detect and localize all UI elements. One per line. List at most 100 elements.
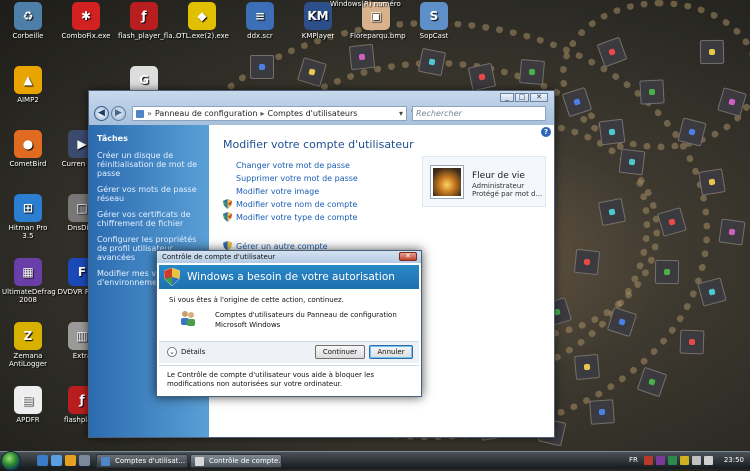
bg-tile bbox=[718, 218, 746, 246]
uac-shield-icon bbox=[223, 199, 232, 209]
tray-app-icon[interactable] bbox=[644, 456, 653, 465]
desktop-icon[interactable]: ▦ UltimateDefrag 2008 bbox=[2, 258, 56, 304]
back-button[interactable]: ◀ bbox=[94, 106, 109, 121]
bg-tile bbox=[573, 353, 601, 381]
show-desktop-icon[interactable] bbox=[37, 455, 48, 466]
window-switcher-icon[interactable] bbox=[79, 455, 90, 466]
chevron-down-icon[interactable]: ▾ bbox=[399, 109, 403, 118]
desktop-icon[interactable]: ▤ APDFR bbox=[2, 386, 54, 424]
forward-button[interactable]: ▶ bbox=[111, 106, 126, 121]
chevron-down-icon[interactable]: ⌄ bbox=[167, 347, 177, 357]
desktop-icon[interactable]: ✱ ComboFix.exe bbox=[60, 2, 112, 40]
desktop-icon[interactable]: ● CometBird bbox=[2, 130, 54, 168]
zemana-icon: Z bbox=[14, 322, 42, 350]
breadcrumb-current[interactable]: Comptes d'utilisateurs bbox=[267, 109, 357, 118]
control-panel-icon bbox=[101, 457, 110, 466]
desktop-icon[interactable]: ≡ ddx.scr bbox=[234, 2, 286, 40]
flash-installer-icon: ƒ bbox=[130, 2, 158, 30]
desktop-icon[interactable]: ⊞ Hitman Pro 3.5 bbox=[2, 194, 54, 240]
window-controls: _ □ ✕ bbox=[500, 93, 548, 102]
breadcrumb-root[interactable]: Panneau de configuration bbox=[155, 109, 258, 118]
defrag-icon: ▦ bbox=[14, 258, 42, 286]
close-button[interactable]: ✕ bbox=[530, 93, 548, 102]
uac-dialog: Contrôle de compte d'utilisateur ✕ Windo… bbox=[156, 250, 422, 397]
bg-tile bbox=[636, 366, 668, 398]
uac-question: Si vous êtes à l'origine de cette action… bbox=[169, 296, 344, 304]
uac-footer: Le Contrôle de compte d'utilisateur vous… bbox=[159, 365, 419, 394]
control-panel-icon bbox=[136, 109, 144, 118]
user-card: Fleur de vie Administrateur Protégé par … bbox=[422, 156, 546, 207]
help-icon[interactable]: ? bbox=[541, 127, 551, 137]
details-toggle[interactable]: Détails bbox=[181, 348, 205, 356]
cancel-button[interactable]: Annuler bbox=[369, 345, 413, 359]
desktop-icon-label: OTL.exe(2).exe bbox=[176, 32, 229, 40]
link-change-account-type[interactable]: Modifier votre type de compte bbox=[236, 213, 357, 222]
minimize-button[interactable]: _ bbox=[500, 93, 514, 102]
bg-tile bbox=[467, 62, 497, 92]
sidebar-item-network-passwords[interactable]: Gérer vos mots de passe réseau bbox=[97, 185, 201, 203]
window-frame: _ □ ✕ ◀ ▶ » Panneau de configuration ▸ C… bbox=[89, 91, 554, 125]
language-indicator[interactable]: FR bbox=[629, 452, 638, 469]
maximize-button[interactable]: □ bbox=[515, 93, 529, 102]
ie-icon[interactable] bbox=[51, 455, 62, 466]
cometbird-icon: ● bbox=[14, 130, 42, 158]
desktop-icon[interactable]: ◆ OTL.exe(2).exe bbox=[176, 2, 229, 40]
otl-icon: ◆ bbox=[188, 2, 216, 30]
desktop-icon[interactable]: ♻ Corbeille bbox=[2, 2, 54, 40]
desktop-icon-label: CometBird bbox=[9, 160, 47, 168]
start-button[interactable] bbox=[1, 451, 21, 471]
link-change-picture[interactable]: Modifier votre image bbox=[236, 187, 319, 196]
link-remove-password[interactable]: Supprimer votre mot de passe bbox=[236, 174, 358, 183]
bg-tile bbox=[518, 58, 546, 86]
search-input[interactable]: Rechercher bbox=[412, 106, 546, 121]
clock[interactable]: 23:50 bbox=[724, 452, 744, 469]
task-button-user-accounts[interactable]: Comptes d'utilisat... bbox=[96, 454, 188, 468]
taskbar: Comptes d'utilisat... Contrôle de compte… bbox=[0, 451, 750, 471]
program-publisher: Microsoft Windows bbox=[215, 321, 281, 329]
desktop-icon[interactable]: ƒ flash_player_fla... bbox=[118, 2, 179, 40]
program-name: Comptes d'utilisateurs du Panneau de con… bbox=[215, 311, 397, 319]
bg-tile bbox=[417, 47, 447, 77]
sidebar-item-reset-disk[interactable]: Créer un disque de réinitialisation de m… bbox=[97, 151, 201, 178]
tray-app-icon[interactable] bbox=[656, 456, 665, 465]
pdf-icon: ▤ bbox=[14, 386, 42, 414]
link-change-account-name[interactable]: Modifier votre nom de compte bbox=[236, 200, 357, 209]
desktop-icon-label: ComboFix.exe bbox=[61, 32, 111, 40]
volume-icon[interactable] bbox=[704, 456, 713, 465]
bg-tile bbox=[654, 259, 680, 285]
sopcast-icon: S bbox=[420, 2, 448, 30]
bg-tile bbox=[698, 168, 726, 196]
dialog-title: Contrôle de compte d'utilisateur bbox=[157, 251, 421, 263]
tray-app-icon[interactable] bbox=[668, 456, 677, 465]
sidebar-title: Tâches bbox=[97, 134, 128, 143]
bg-tile bbox=[598, 118, 626, 146]
script-icon: ≡ bbox=[246, 2, 274, 30]
recycle-bin-icon: ♻ bbox=[14, 2, 42, 30]
user-protection-status: Protégé par mot d... bbox=[472, 190, 543, 198]
desktop-icon[interactable]: ▲ AIMP2 bbox=[2, 66, 54, 104]
desktop-icon-label: ddx.scr bbox=[247, 32, 273, 40]
uac-icon bbox=[195, 457, 204, 466]
continue-button[interactable]: Continuer bbox=[315, 345, 365, 359]
tray-app-icon[interactable] bbox=[680, 456, 689, 465]
address-bar[interactable]: » Panneau de configuration ▸ Comptes d'u… bbox=[132, 106, 407, 121]
firefox-icon[interactable] bbox=[65, 455, 76, 466]
avatar[interactable] bbox=[430, 165, 464, 199]
task-button-uac[interactable]: Contrôle de compte... bbox=[190, 454, 282, 468]
desktop-icon-label: KMPlayer bbox=[301, 32, 335, 40]
sidebar-item-certificates[interactable]: Gérer vos certificats de chiffrement de … bbox=[97, 210, 201, 228]
bg-tile bbox=[250, 55, 274, 79]
network-icon[interactable] bbox=[692, 456, 701, 465]
link-change-password[interactable]: Changer votre mot de passe bbox=[236, 161, 350, 170]
user-accounts-icon bbox=[181, 311, 195, 326]
hitmanpro-icon: ⊞ bbox=[14, 194, 42, 222]
desktop-icon[interactable]: Z Zemana AntiLogger bbox=[2, 322, 54, 368]
close-button[interactable]: ✕ bbox=[399, 252, 417, 261]
desktop-icon-label: APDFR bbox=[16, 416, 40, 424]
task-label: Comptes d'utilisat... bbox=[115, 457, 186, 465]
desktop-icon-label: UltimateDefrag 2008 bbox=[2, 288, 56, 304]
user-role: Administrateur bbox=[472, 182, 525, 190]
combofix-icon: ✱ bbox=[72, 2, 100, 30]
bg-tile bbox=[697, 277, 727, 307]
desktop-icon-label: SopCast bbox=[419, 32, 449, 40]
